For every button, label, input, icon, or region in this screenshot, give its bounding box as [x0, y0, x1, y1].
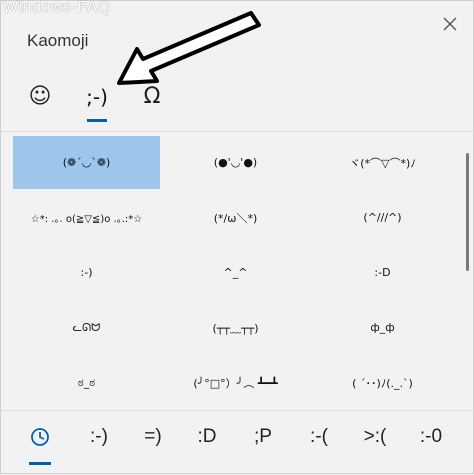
close-button[interactable]: [437, 13, 463, 39]
recent-kaomoji[interactable]: :D: [187, 419, 227, 455]
smiley-icon: ☺: [28, 84, 52, 109]
kaomoji-item[interactable]: :-): [13, 246, 160, 299]
watermark: Windows-FAQ: [3, 0, 111, 16]
kaomoji-item[interactable]: (❁´◡`❁): [13, 136, 160, 189]
kaomoji-panel: Windows-FAQ Kaomoji ☺ ;-) Ω (❁´◡`❁) (●'◡…: [0, 0, 474, 474]
kaomoji-item[interactable]: (╯°□°）╯︵ ┻━┻: [162, 356, 309, 409]
kaomoji-item[interactable]: ಠ_ಠ: [13, 356, 160, 409]
tab-symbols[interactable]: Ω: [137, 81, 167, 121]
tab-emoji[interactable]: ☺: [25, 81, 55, 121]
kaomoji-item[interactable]: ☆*: .｡. o(≧▽≦)o .｡.:*☆: [13, 191, 160, 244]
arrow-annotation-icon: [117, 11, 261, 85]
omega-icon: Ω: [143, 84, 161, 109]
kaomoji-item[interactable]: ᓚᘏᗢ: [13, 301, 160, 354]
window-title: Kaomoji: [27, 31, 89, 50]
kaomoji-item[interactable]: :-D: [309, 246, 456, 299]
close-icon: [443, 17, 457, 31]
kaomoji-item[interactable]: (*/ω＼*): [162, 191, 309, 244]
tab-kaomoji[interactable]: ;-): [79, 81, 115, 121]
divider: [1, 131, 474, 132]
kaomoji-item[interactable]: ^_^: [162, 246, 309, 299]
recent-kaomoji[interactable]: ;P: [243, 419, 283, 455]
recent-bar: :-) =) :D ;P :-( >:( :-0: [1, 411, 474, 475]
kaomoji-item[interactable]: ( ´･･)ﾉ(._.`): [309, 356, 456, 409]
recent-kaomoji[interactable]: >:(: [353, 419, 397, 455]
recent-kaomoji[interactable]: :-): [79, 419, 119, 455]
kaomoji-item[interactable]: (●'◡'●): [162, 136, 309, 189]
recent-kaomoji[interactable]: :-(: [299, 419, 339, 455]
kaomoji-item[interactable]: (^///^): [309, 191, 456, 244]
kaomoji-item[interactable]: ф_ф: [309, 301, 456, 354]
kaomoji-item[interactable]: (┬┬﹏┬┬): [162, 301, 309, 354]
recent-button[interactable]: [27, 419, 53, 455]
recent-kaomoji[interactable]: =): [133, 419, 173, 455]
scrollbar[interactable]: [466, 153, 469, 271]
active-tab-indicator: [87, 119, 107, 122]
kaomoji-item[interactable]: ヾ(*⌒▽⌒*)ﾉ: [309, 136, 456, 189]
active-recent-indicator: [29, 462, 51, 465]
kaomoji-grid: (❁´◡`❁) (●'◡'●) ヾ(*⌒▽⌒*)ﾉ ☆*: .｡. o(≧▽≦)…: [13, 136, 458, 412]
clock-icon: [31, 428, 49, 446]
kaomoji-tab-label: ;-): [86, 85, 108, 109]
recent-kaomoji[interactable]: :-0: [409, 419, 453, 455]
